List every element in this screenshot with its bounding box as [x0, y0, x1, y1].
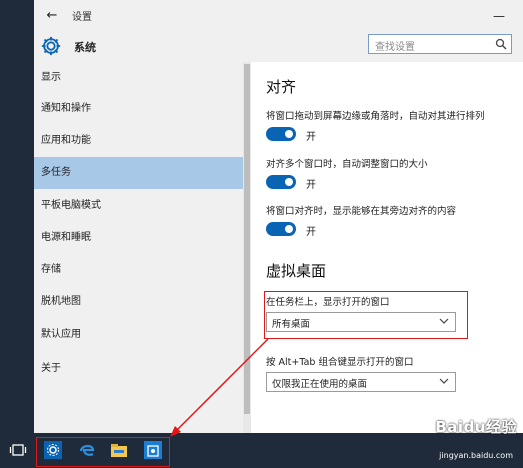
minimize-button[interactable]: —: [489, 6, 509, 26]
settings-window: ← 设置 — 系统 显示 通知和操作 应用和功能 多任务 平板电脑模式 电源和睡…: [34, 0, 523, 433]
page-title: 系统: [74, 41, 96, 54]
title-bar: ← 设置 —: [34, 0, 523, 32]
alttab-value: 仅限我正在使用的桌面: [272, 379, 368, 390]
snap-option-2-toggle[interactable]: [266, 175, 296, 189]
alttab-label: 按 Alt+Tab 组合键显示打开的窗口: [266, 357, 414, 368]
alttab-dropdown[interactable]: 仅限我正在使用的桌面: [266, 372, 456, 392]
virtual-desktops-heading: 虚拟桌面: [266, 262, 327, 280]
sidebar-item-about[interactable]: 关于: [34, 353, 243, 385]
content-pane: 对齐 将窗口拖动到屏幕边缘或角落时，自动对其进行排列 开 对齐多个窗口时，自动调…: [243, 62, 523, 433]
snap-option-2-label: 对齐多个窗口时，自动调整窗口的大小: [266, 159, 428, 170]
annotation-highlight-setting: [264, 291, 468, 339]
chevron-down-icon: [439, 378, 449, 384]
sidebar-item-apps[interactable]: 应用和功能: [34, 125, 243, 157]
snap-heading: 对齐: [266, 78, 297, 96]
scrollbar[interactable]: [243, 62, 251, 433]
watermark-url: jingyan.baidu.com: [439, 451, 513, 460]
snap-option-3-toggle[interactable]: [266, 222, 296, 236]
snap-option-1-label: 将窗口拖动到屏幕边缘或角落时，自动对其进行排列: [266, 111, 485, 122]
toggle-knob: [285, 225, 293, 233]
sidebar-item-multitasking[interactable]: 多任务: [34, 157, 243, 189]
snap-option-1-toggle[interactable]: [266, 127, 296, 141]
gear-icon: [41, 36, 61, 56]
scrollbar-thumb[interactable]: [244, 64, 250, 414]
search-box[interactable]: [368, 34, 512, 57]
snap-option-3-state: 开: [306, 227, 316, 238]
sidebar: 显示 通知和操作 应用和功能 多任务 平板电脑模式 电源和睡眠 存储 脱机地图 …: [34, 62, 243, 433]
snap-option-3-label: 将窗口对齐时，显示能够在其旁边对齐的内容: [266, 206, 457, 217]
toggle-knob: [285, 130, 293, 138]
task-view-icon[interactable]: [9, 441, 27, 459]
sidebar-item-tablet-mode[interactable]: 平板电脑模式: [34, 190, 243, 222]
sidebar-item-power-sleep[interactable]: 电源和睡眠: [34, 222, 243, 254]
watermark-brand: Baidu经验: [435, 418, 517, 436]
sidebar-item-storage[interactable]: 存储: [34, 254, 243, 286]
back-button[interactable]: ←: [42, 6, 62, 26]
window-title: 设置: [72, 12, 92, 23]
toggle-knob: [285, 178, 293, 186]
snap-option-2-state: 开: [306, 180, 316, 191]
page-header: 系统: [34, 32, 523, 62]
sidebar-item-notifications[interactable]: 通知和操作: [34, 93, 243, 125]
sidebar-item-display[interactable]: 显示: [34, 62, 243, 94]
search-input[interactable]: [373, 38, 495, 57]
sidebar-item-default-apps[interactable]: 默认应用: [34, 319, 243, 351]
annotation-highlight-taskbar: [36, 437, 170, 467]
sidebar-item-offline-maps[interactable]: 脱机地图: [34, 286, 243, 318]
snap-option-1-state: 开: [306, 132, 316, 143]
search-icon[interactable]: [495, 38, 507, 50]
